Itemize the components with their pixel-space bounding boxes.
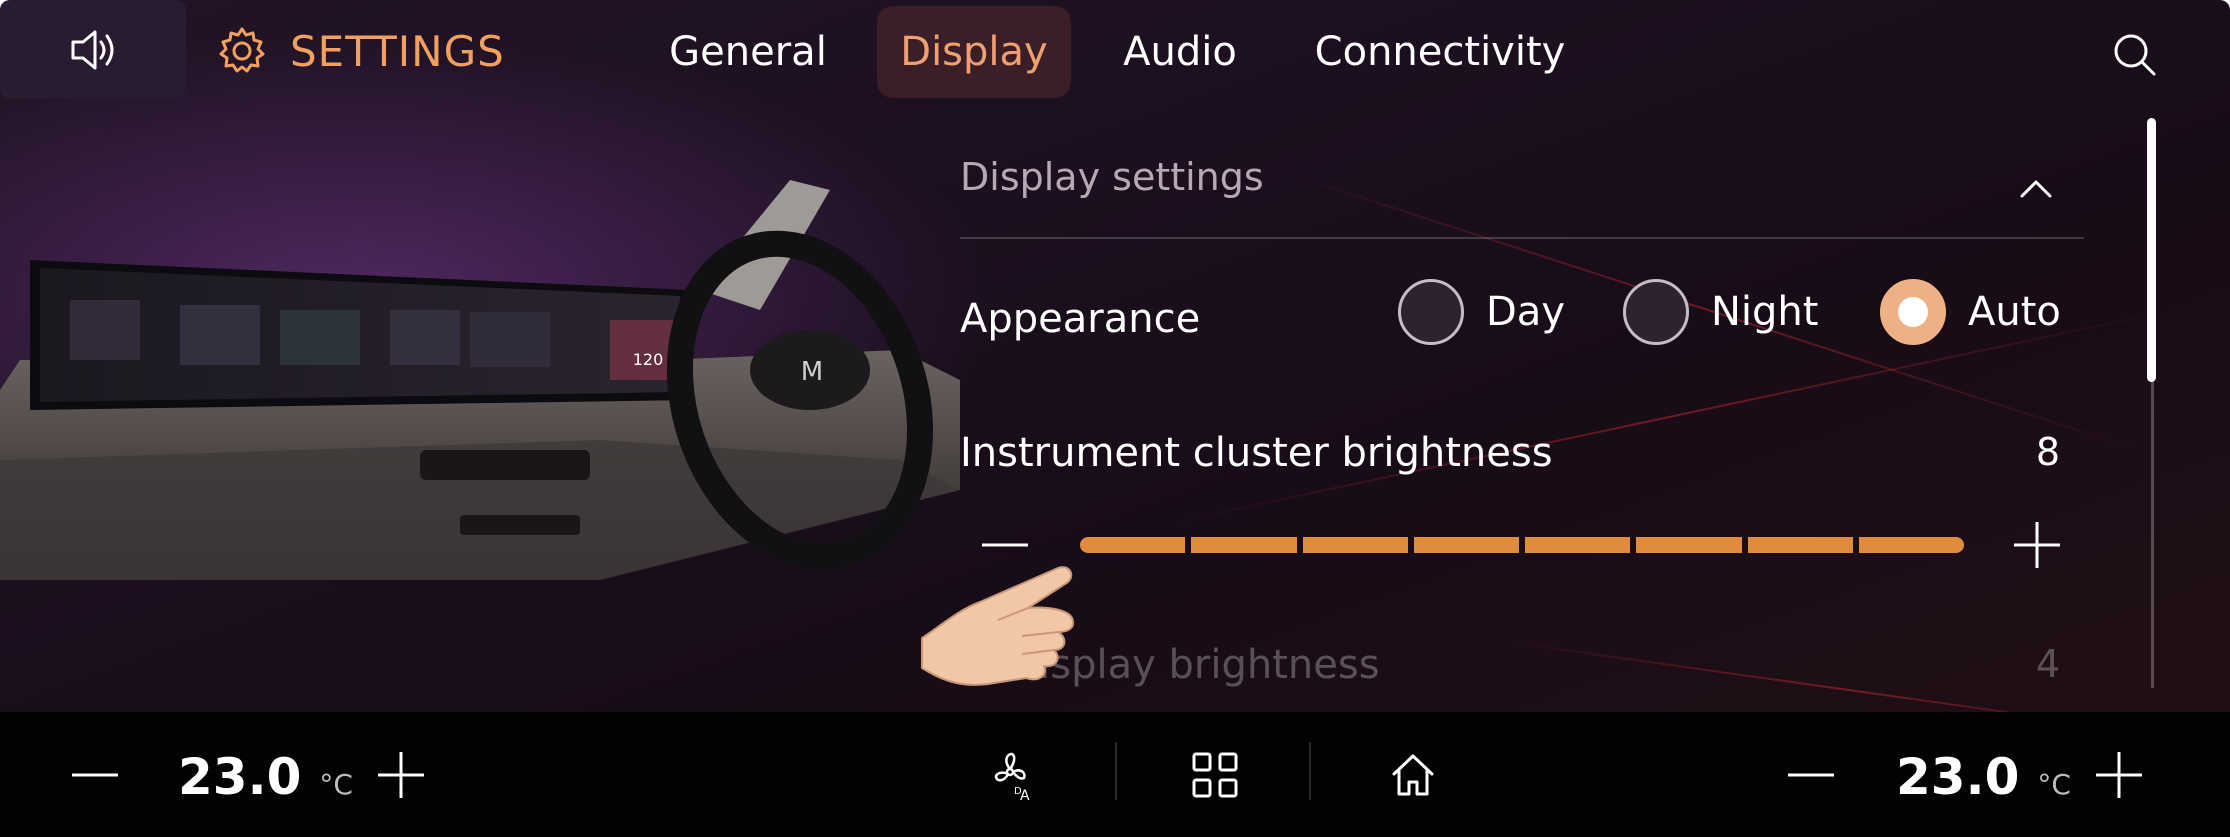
section-divider [960,237,2084,239]
left-temp-increase-button[interactable] [376,750,426,800]
gear-icon [219,27,265,73]
slider-segment[interactable] [1302,537,1408,553]
right-temp-unit: °C [2037,768,2071,801]
next-setting-value: 4 [2035,642,2060,686]
svg-text:D: D [1014,786,1022,797]
apps-grid-icon [1192,752,1238,798]
tab-general[interactable]: General [660,6,836,98]
radio-day[interactable]: Day [1398,277,1565,347]
cluster-brightness-label: Instrument cluster brightness [960,430,1553,476]
slider-segment[interactable] [1636,537,1742,553]
radio-day-indicator[interactable] [1398,279,1464,345]
slider-segment[interactable] [1413,537,1519,553]
radio-night[interactable]: Night [1623,277,1818,347]
brightness-increase-button[interactable] [2012,520,2062,570]
slider-segment[interactable] [1191,537,1297,553]
tab-connectivity[interactable]: Connectivity [1300,6,1580,98]
plus-icon [378,752,424,798]
radio-night-indicator[interactable] [1623,279,1689,345]
minus-icon [72,773,118,777]
climate-auto-button[interactable]: A D [990,750,1042,804]
pointing-hand-icon [921,566,1074,686]
section-heading: Display settings [960,155,1264,199]
home-icon [1392,754,1434,796]
plus-icon [2014,522,2060,568]
radio-auto-label: Auto [1968,289,2061,335]
left-temp-value: 23.0 [178,748,302,806]
left-temperature: 23.0 °C [178,748,353,806]
fan-auto-icon: A D [994,752,1030,804]
tab-display[interactable]: Display [877,6,1071,98]
radio-auto[interactable]: Auto [1880,277,2061,347]
right-temp-increase-button[interactable] [2094,750,2144,800]
brightness-slider[interactable] [1080,537,1964,553]
radio-night-label: Night [1711,289,1819,335]
search-icon [2114,34,2156,76]
slider-segment[interactable] [1080,537,1186,553]
bottom-bar: 23.0 °C A D 23.0 °C [0,712,2230,837]
divider [1115,742,1117,800]
apps-button[interactable] [1190,750,1240,800]
left-temp-unit: °C [319,768,353,801]
appearance-label: Appearance [960,296,1201,342]
volume-button[interactable] [0,0,186,99]
plus-icon [2096,752,2142,798]
minus-icon [1788,773,1834,777]
radio-day-label: Day [1486,289,1565,335]
right-temp-decrease-button[interactable] [1786,750,1836,800]
left-temp-decrease-button[interactable] [70,750,120,800]
car-dashboard-image: 120 M [0,180,960,580]
right-temperature: 23.0 °C [1896,748,2071,806]
volume-icon [71,30,114,69]
chevron-up-icon [2020,180,2052,198]
tab-audio[interactable]: Audio [1112,6,1248,98]
svg-text:M: M [801,357,823,387]
svg-text:120: 120 [633,350,664,369]
right-temp-value: 23.0 [1896,748,2020,806]
slider-segment[interactable] [1747,537,1853,553]
collapse-button[interactable] [2016,172,2056,202]
page-title: SETTINGS [290,26,505,76]
settings-title: SETTINGS [216,26,505,76]
radio-auto-indicator[interactable] [1880,279,1946,345]
home-button[interactable] [1388,750,1438,800]
slider-segment[interactable] [1858,537,1964,553]
slider-segment[interactable] [1525,537,1631,553]
search-button[interactable] [2110,30,2160,80]
scrollbar-thumb[interactable] [2147,118,2156,382]
cluster-brightness-value: 8 [2035,430,2060,474]
divider [1309,742,1311,800]
